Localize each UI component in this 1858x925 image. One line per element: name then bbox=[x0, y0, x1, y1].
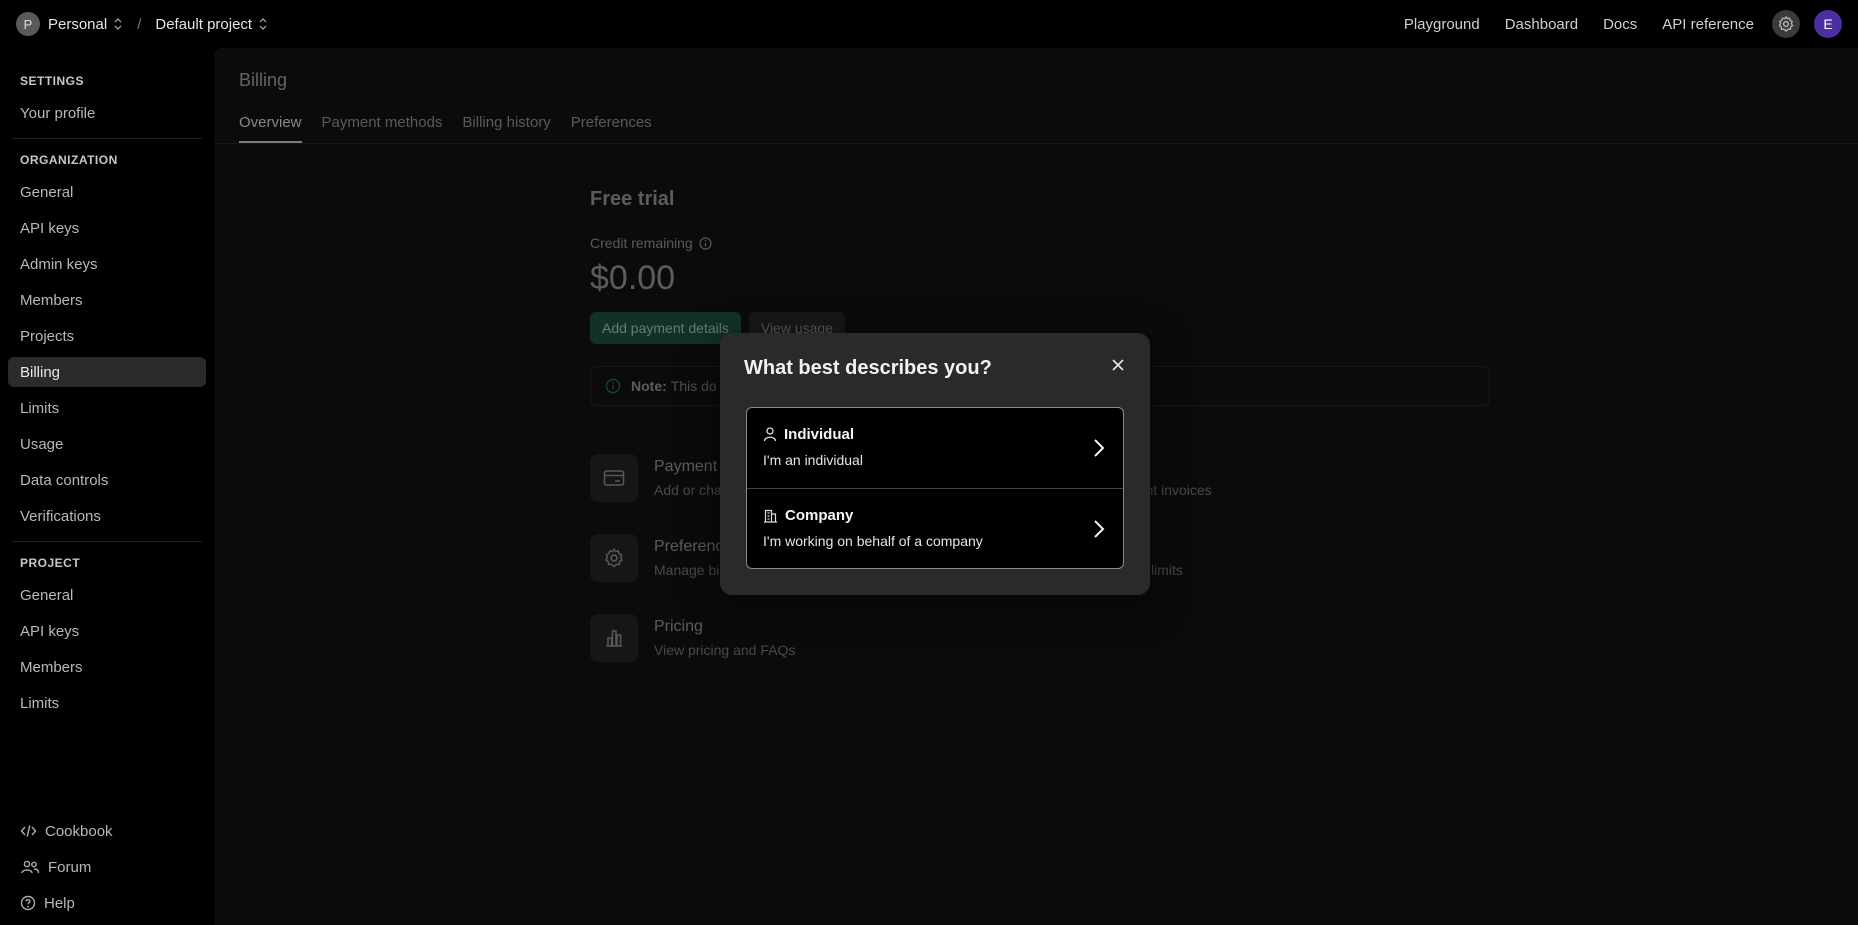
sidebar: SETTINGS Your profile ORGANIZATION Gener… bbox=[0, 48, 214, 925]
nav-api-reference[interactable]: API reference bbox=[1662, 16, 1754, 33]
sidebar-divider bbox=[12, 138, 202, 139]
option-desc: I'm working on behalf of a company bbox=[763, 533, 983, 549]
nav-docs[interactable]: Docs bbox=[1603, 16, 1637, 33]
sidebar-item-project-limits[interactable]: Limits bbox=[8, 688, 206, 718]
sidebar-item-label: Forum bbox=[48, 858, 92, 876]
option-title: Company bbox=[785, 507, 854, 524]
users-icon bbox=[21, 860, 40, 874]
option-list: Individual I'm an individual Company I'm… bbox=[746, 407, 1124, 569]
user-avatar[interactable]: E bbox=[1814, 10, 1842, 38]
chevron-updown-icon bbox=[259, 18, 267, 30]
sidebar-item-usage[interactable]: Usage bbox=[8, 429, 206, 459]
sidebar-item-project-general[interactable]: General bbox=[8, 580, 206, 610]
nav-playground[interactable]: Playground bbox=[1404, 16, 1480, 33]
gear-icon bbox=[1778, 15, 1794, 32]
sidebar-item-api-keys[interactable]: API keys bbox=[8, 213, 206, 243]
project-name: Default project bbox=[155, 15, 253, 33]
sidebar-item-label: Cookbook bbox=[45, 822, 113, 840]
org-switcher[interactable]: Personal bbox=[48, 16, 123, 33]
project-switcher[interactable]: Default project bbox=[155, 16, 268, 33]
close-icon[interactable] bbox=[1110, 357, 1126, 373]
option-individual[interactable]: Individual I'm an individual bbox=[747, 408, 1123, 488]
chevron-right-icon bbox=[1094, 520, 1105, 538]
sidebar-item-label: Help bbox=[44, 894, 75, 912]
sidebar-item-general[interactable]: General bbox=[8, 177, 206, 207]
sidebar-item-data-controls[interactable]: Data controls bbox=[8, 465, 206, 495]
describe-you-modal: What best describes you? Individual I'm … bbox=[720, 333, 1150, 595]
sidebar-item-project-api-keys[interactable]: API keys bbox=[8, 616, 206, 646]
settings-button[interactable] bbox=[1772, 10, 1800, 38]
option-desc: I'm an individual bbox=[763, 452, 863, 468]
chevron-updown-icon bbox=[114, 18, 122, 30]
sidebar-item-help[interactable]: Help bbox=[0, 885, 214, 921]
sidebar-bottom: Cookbook Forum Help bbox=[0, 813, 214, 925]
nav-dashboard[interactable]: Dashboard bbox=[1505, 16, 1578, 33]
top-bar: P Personal / Default project Playground … bbox=[0, 0, 1858, 48]
sidebar-item-billing[interactable]: Billing bbox=[8, 357, 206, 387]
building-icon bbox=[764, 509, 777, 523]
person-icon bbox=[763, 427, 777, 442]
sidebar-item-limits[interactable]: Limits bbox=[8, 393, 206, 423]
code-icon bbox=[20, 825, 37, 837]
breadcrumb-separator: / bbox=[137, 15, 142, 33]
sidebar-item-members[interactable]: Members bbox=[8, 285, 206, 315]
org-name: Personal bbox=[48, 15, 108, 33]
sidebar-section-project: PROJECT bbox=[20, 556, 81, 570]
sidebar-section-settings: SETTINGS bbox=[20, 74, 85, 88]
sidebar-item-project-members[interactable]: Members bbox=[8, 652, 206, 682]
sidebar-item-cookbook[interactable]: Cookbook bbox=[0, 813, 214, 849]
modal-title: What best describes you? bbox=[744, 357, 992, 379]
sidebar-item-admin-keys[interactable]: Admin keys bbox=[8, 249, 206, 279]
help-icon bbox=[20, 895, 36, 911]
option-company[interactable]: Company I'm working on behalf of a compa… bbox=[747, 488, 1123, 568]
sidebar-divider bbox=[12, 541, 202, 542]
option-title: Individual bbox=[784, 426, 855, 443]
sidebar-item-verifications[interactable]: Verifications bbox=[8, 501, 206, 531]
chevron-right-icon bbox=[1094, 439, 1105, 457]
sidebar-item-your-profile[interactable]: Your profile bbox=[8, 98, 206, 128]
sidebar-section-organization: ORGANIZATION bbox=[20, 153, 118, 167]
sidebar-item-forum[interactable]: Forum bbox=[0, 849, 214, 885]
org-avatar[interactable]: P bbox=[16, 12, 40, 36]
top-nav: Playground Dashboard Docs API reference … bbox=[1379, 10, 1842, 38]
option-head: Company bbox=[763, 507, 853, 524]
sidebar-item-projects[interactable]: Projects bbox=[8, 321, 206, 351]
option-head: Individual bbox=[763, 426, 854, 443]
